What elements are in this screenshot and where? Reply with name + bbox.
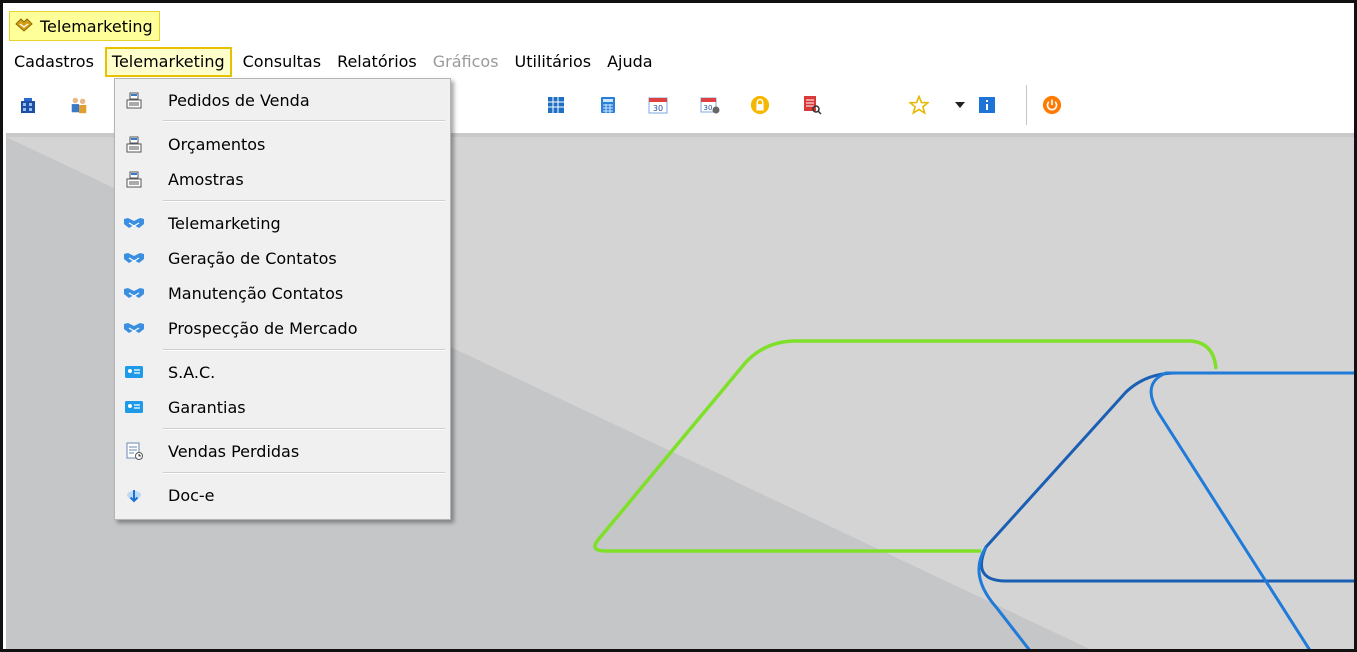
menu-option-label: Garantias (168, 397, 246, 417)
handshake-icon (123, 317, 145, 339)
dropdown-arrow-icon[interactable] (950, 95, 970, 115)
report-search-icon[interactable] (802, 95, 822, 115)
menu-option-orcamentos[interactable]: Orçamentos (115, 129, 450, 159)
menu-option-label: Manutenção Contatos (168, 283, 344, 303)
menu-option-garantias[interactable]: Garantias (115, 392, 450, 422)
menu-option-prospeccao-de-mercado[interactable]: Prospecção de Mercado (115, 313, 450, 343)
menu-graficos[interactable]: Gráficos (428, 49, 504, 75)
star-icon[interactable] (909, 95, 929, 115)
handshake-icon (123, 212, 145, 234)
menu-option-amostras[interactable]: Amostras (115, 164, 450, 194)
people-icon[interactable] (69, 95, 89, 115)
svg-text:30: 30 (653, 104, 663, 113)
app-window: Telemarketing Cadastros Telemarketing Co… (0, 0, 1357, 652)
toolbar-separator (1026, 85, 1027, 125)
menu-separator (163, 428, 445, 430)
window-title: Telemarketing (40, 16, 153, 36)
telemarketing-dropdown-menu: Pedidos de Venda Orçamentos Amostras Tel… (114, 78, 451, 520)
menu-option-vendas-perdidas[interactable]: Vendas Perdidas (115, 436, 450, 466)
menu-option-label: Prospecção de Mercado (168, 318, 358, 338)
calendar-30-icon[interactable]: 30 (648, 95, 668, 115)
menu-utilitarios[interactable]: Utilitários (510, 49, 597, 75)
cash-register-icon (123, 133, 145, 155)
menu-option-label: Telemarketing (168, 213, 281, 233)
app-logo-icon (14, 15, 34, 37)
handshake-icon (123, 247, 145, 269)
menu-separator (163, 200, 445, 202)
menu-telemarketing[interactable]: Telemarketing (104, 47, 232, 77)
menu-option-label: Pedidos de Venda (168, 90, 310, 110)
title-bar: Telemarketing (9, 11, 160, 41)
id-card-icon (123, 361, 145, 383)
calculator-icon[interactable] (598, 95, 618, 115)
info-icon[interactable] (977, 95, 997, 115)
grid-calculator-icon[interactable] (546, 95, 566, 115)
menu-option-label: Geração de Contatos (168, 248, 337, 268)
menu-option-label: S.A.C. (168, 362, 216, 382)
menu-consultas[interactable]: Consultas (238, 49, 326, 75)
menu-bar: Cadastros Telemarketing Consultas Relató… (9, 47, 664, 77)
menu-option-label: Doc-e (168, 485, 215, 505)
menu-ajuda[interactable]: Ajuda (602, 49, 658, 75)
menu-separator (163, 120, 445, 122)
power-icon[interactable] (1042, 95, 1062, 115)
menu-option-pedidos-de-venda[interactable]: Pedidos de Venda (115, 85, 450, 115)
menu-option-geracao-de-contatos[interactable]: Geração de Contatos (115, 243, 450, 273)
menu-relatorios[interactable]: Relatórios (332, 49, 422, 75)
menu-separator (163, 472, 445, 474)
menu-option-telemarketing[interactable]: Telemarketing (115, 208, 450, 238)
document-clock-icon (123, 440, 145, 462)
menu-option-manutencao-contatos[interactable]: Manutenção Contatos (115, 278, 450, 308)
cash-register-icon (123, 89, 145, 111)
svg-text:30: 30 (704, 104, 713, 112)
cash-register-icon (123, 168, 145, 190)
menu-option-doc-e[interactable]: Doc-e (115, 480, 450, 510)
menu-separator (163, 349, 445, 351)
menu-cadastros[interactable]: Cadastros (9, 49, 99, 75)
calendar-gear-icon[interactable]: 30 (700, 95, 720, 115)
menu-option-sac[interactable]: S.A.C. (115, 357, 450, 387)
handshake-icon (123, 282, 145, 304)
lock-icon[interactable] (750, 95, 770, 115)
menu-option-label: Amostras (168, 169, 244, 189)
building-icon[interactable] (18, 95, 38, 115)
menu-option-label: Vendas Perdidas (168, 441, 300, 461)
menu-option-label: Orçamentos (168, 134, 266, 154)
id-card-icon (123, 396, 145, 418)
cloud-download-icon (123, 484, 145, 506)
